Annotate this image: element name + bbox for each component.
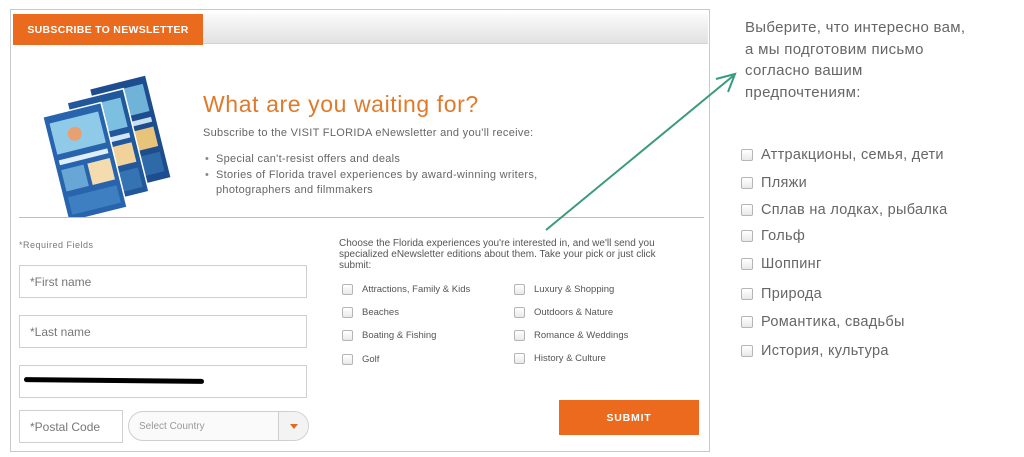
option-label: Luxury & Shopping — [534, 284, 615, 295]
checkbox[interactable] — [741, 316, 753, 328]
ru-option-attractions[interactable]: Аттракционы, семья, дети — [741, 147, 944, 163]
benefit-line: photographers and filmmakers — [216, 184, 373, 196]
prompt-line: согласно вашим — [745, 62, 863, 79]
intro-text: Subscribe to the VISIT FLORIDA eNewslett… — [203, 127, 534, 139]
prompt-line: Выберите, что интересно вам, — [745, 19, 966, 36]
option-label: Golf — [362, 354, 380, 365]
option-boating[interactable]: Boating & Fishing — [342, 330, 436, 341]
required-fields-note: *Required Fields — [19, 240, 94, 250]
country-select-label: Select Country — [139, 420, 205, 432]
choose-line: submit: — [339, 260, 372, 271]
option-label: Шоппинг — [761, 256, 822, 272]
option-label: History & Culture — [534, 353, 606, 364]
choose-experiences-text: Choose the Florida experiences you're in… — [339, 238, 699, 271]
translation-prompt: Выберите, что интересно вам, а мы подгот… — [745, 17, 965, 103]
last-name-field[interactable]: *Last name — [19, 315, 307, 348]
choose-line: specialized eNewsletter editions about t… — [339, 249, 656, 260]
benefit-line: Stories of Florida travel experiences by… — [216, 169, 538, 181]
option-label: Attractions, Family & Kids — [362, 284, 471, 295]
option-history[interactable]: History & Culture — [514, 353, 606, 364]
option-romance[interactable]: Romance & Weddings — [514, 330, 628, 341]
redacted-email-scribble — [23, 377, 205, 384]
benefit-item: Stories of Florida travel experiences by… — [203, 168, 538, 198]
option-label: Outdoors & Nature — [534, 307, 614, 318]
ru-option-beaches[interactable]: Пляжи — [741, 175, 807, 191]
headline: What are you waiting for? — [203, 91, 479, 117]
checkbox[interactable] — [514, 330, 525, 341]
checkbox[interactable] — [342, 284, 353, 295]
newsletter-panel: SUBSCRIBE TO NEWSLETTER What are you wai… — [10, 9, 710, 452]
option-label: Пляжи — [761, 175, 808, 191]
option-outdoors[interactable]: Outdoors & Nature — [514, 307, 613, 318]
header-strip — [201, 14, 708, 44]
checkbox[interactable] — [514, 284, 525, 295]
prompt-line: предпочтениям: — [745, 83, 861, 101]
checkbox[interactable] — [342, 307, 353, 318]
option-label: Beaches — [362, 307, 399, 318]
option-golf[interactable]: Golf — [342, 354, 379, 365]
chevron-down-icon[interactable] — [278, 412, 308, 440]
option-label: Аттракционы, семья, дети — [761, 147, 944, 163]
option-label: Boating & Fishing — [362, 330, 437, 341]
checkbox[interactable] — [741, 258, 753, 270]
ru-option-shopping[interactable]: Шоппинг — [741, 256, 822, 272]
checkbox[interactable] — [514, 353, 525, 364]
checkbox[interactable] — [342, 330, 353, 341]
postal-code-field[interactable]: *Postal Code — [19, 410, 123, 443]
checkbox[interactable] — [741, 288, 753, 300]
benefits-list: Special can't-resist offers and deals St… — [203, 152, 538, 199]
country-select[interactable]: Select Country — [128, 411, 309, 441]
option-label: История, культура — [761, 343, 889, 359]
checkbox[interactable] — [741, 149, 753, 161]
checkbox[interactable] — [741, 230, 753, 242]
option-label: Сплав на лодках, рыбалка — [761, 202, 948, 218]
checkbox[interactable] — [741, 204, 753, 216]
checkbox[interactable] — [342, 354, 353, 365]
checkbox[interactable] — [741, 345, 753, 357]
subscribe-tab[interactable]: SUBSCRIBE TO NEWSLETTER — [13, 14, 203, 45]
option-label: Romance & Weddings — [534, 330, 629, 341]
option-attractions[interactable]: Attractions, Family & Kids — [342, 284, 470, 295]
ru-option-golf[interactable]: Гольф — [741, 228, 805, 244]
divider — [19, 217, 704, 218]
magazine-stack-image — [41, 73, 173, 218]
option-luxury[interactable]: Luxury & Shopping — [514, 284, 614, 295]
choose-line: Choose the Florida experiences you're in… — [339, 238, 655, 249]
prompt-line: а мы подготовим письмо — [745, 40, 924, 58]
ru-option-history[interactable]: История, культура — [741, 343, 889, 359]
benefit-item: Special can't-resist offers and deals — [203, 152, 538, 167]
first-name-field[interactable]: *First name — [19, 265, 307, 298]
ru-option-boating[interactable]: Сплав на лодках, рыбалка — [741, 202, 947, 218]
ru-option-romance[interactable]: Романтика, свадьбы — [741, 314, 905, 330]
submit-button[interactable]: SUBMIT — [559, 400, 699, 435]
option-label: Природа — [761, 286, 823, 302]
checkbox[interactable] — [514, 307, 525, 318]
option-label: Романтика, свадьбы — [761, 314, 905, 330]
option-label: Гольф — [761, 228, 806, 244]
option-beaches[interactable]: Beaches — [342, 307, 399, 318]
benefit-line: Special can't-resist offers and deals — [216, 153, 401, 165]
ru-option-nature[interactable]: Природа — [741, 286, 822, 302]
checkbox[interactable] — [741, 177, 753, 189]
email-field[interactable] — [19, 365, 307, 398]
